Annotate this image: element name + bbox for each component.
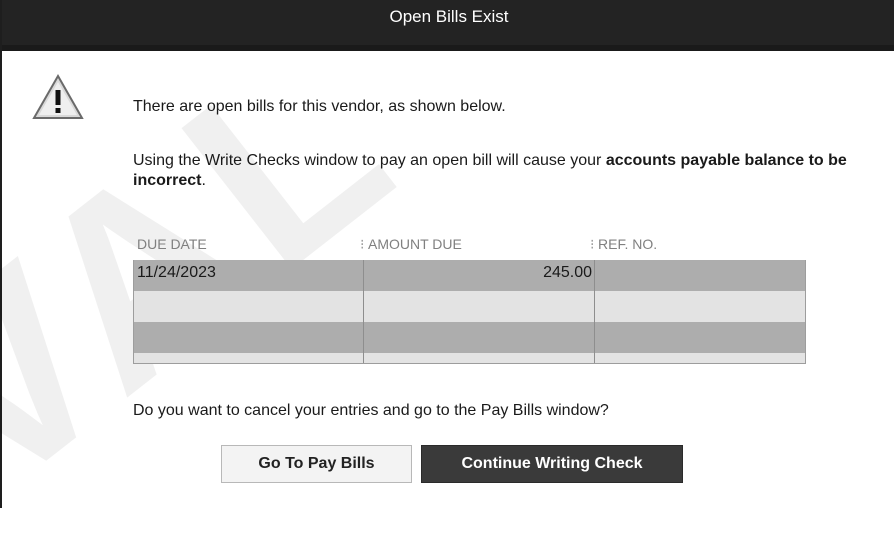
column-resize-handle[interactable]: ⁝: [360, 236, 364, 253]
cell-due-date: [134, 291, 363, 322]
message-warning-prefix: Using the Write Checks window to pay an …: [133, 152, 606, 169]
column-resize-handle[interactable]: ⁝: [590, 236, 594, 253]
cell-ref-no: [594, 260, 805, 291]
bills-table-header: DUE DATE ⁝ AMOUNT DUE ⁝ REF. NO.: [133, 236, 806, 254]
warning-triangle-icon: [32, 73, 84, 119]
column-header-ref-no[interactable]: REF. NO.: [598, 236, 657, 252]
go-to-pay-bills-button[interactable]: Go To Pay Bills: [221, 445, 412, 483]
continue-writing-check-button[interactable]: Continue Writing Check: [421, 445, 683, 483]
dialog-title: Open Bills Exist: [389, 6, 509, 26]
cell-amount-due: 245.00: [363, 260, 594, 291]
title-bar: Open Bills Exist: [2, 0, 894, 51]
table-row-partial: [134, 353, 805, 363]
bills-table: 11/24/2023 245.00: [133, 260, 806, 364]
column-header-due-date[interactable]: DUE DATE: [137, 236, 207, 252]
message-warning-suffix: .: [201, 172, 206, 189]
open-bills-dialog: Open Bills Exist VAL There are open bill…: [0, 0, 894, 547]
column-header-amount-due[interactable]: AMOUNT DUE: [368, 236, 462, 252]
message-open-bills: There are open bills for this vendor, as…: [133, 98, 506, 115]
cell-ref-no: [594, 291, 805, 322]
cell-due-date: [134, 322, 363, 353]
message-warning: Using the Write Checks window to pay an …: [133, 151, 873, 191]
table-row[interactable]: [134, 291, 805, 322]
table-row[interactable]: [134, 322, 805, 353]
cell-amount-due: [363, 322, 594, 353]
cell-ref-no: [594, 322, 805, 353]
cell-due-date: 11/24/2023: [137, 264, 216, 281]
question-text: Do you want to cancel your entries and g…: [133, 402, 609, 419]
cell-empty: [134, 353, 363, 363]
table-row[interactable]: 11/24/2023 245.00: [134, 260, 805, 291]
cell-empty: [363, 353, 594, 363]
cell-empty: [594, 353, 805, 363]
cell-amount-due: [363, 291, 594, 322]
